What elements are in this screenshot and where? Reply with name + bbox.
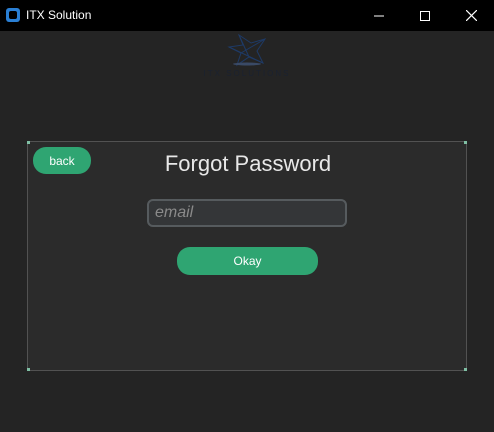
maximize-button[interactable]: [402, 0, 448, 31]
panel-corner-bottom-left: [27, 368, 30, 371]
page-title: Forgot Password: [164, 151, 332, 176]
window-title: ITX Solution: [26, 8, 92, 22]
logo-text: ITX SOLUTIONS: [203, 69, 291, 78]
panel-corner-top-left: [27, 141, 30, 144]
title-bar[interactable]: ITX Solution: [0, 0, 494, 31]
panel-corner-top-right: [464, 141, 467, 144]
maximize-icon: [420, 10, 430, 21]
close-button[interactable]: [448, 0, 494, 31]
okay-button[interactable]: Okay: [177, 247, 318, 275]
close-icon: [465, 10, 477, 21]
logo-star-icon: [227, 33, 267, 67]
email-field[interactable]: [147, 199, 347, 227]
app-icon: [6, 8, 20, 22]
app-window: ITX Solution ITX SOLUTIONS back Forgot P…: [0, 0, 494, 432]
minimize-button[interactable]: [356, 0, 402, 31]
minimize-icon: [374, 15, 384, 16]
panel-corner-bottom-right: [464, 368, 467, 371]
company-logo: ITX SOLUTIONS: [195, 33, 299, 80]
forgot-password-panel: back Forgot Password Okay: [27, 141, 467, 371]
